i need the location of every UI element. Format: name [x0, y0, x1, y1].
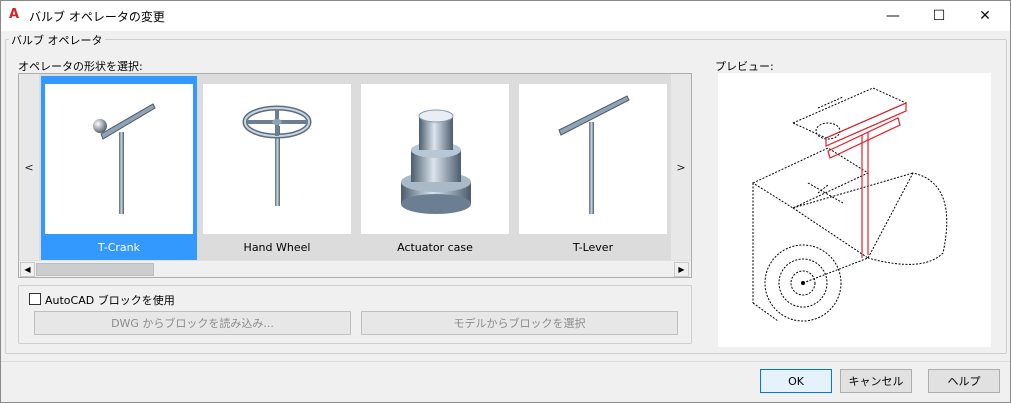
gallery-item-hand-wheel[interactable]: Hand Wheel	[199, 76, 355, 262]
window-title: バルブ オペレータの変更	[29, 10, 165, 24]
select-shape-label: オペレータの形状を選択:	[18, 60, 143, 73]
gallery-item-t-crank[interactable]: T-Crank	[41, 76, 197, 262]
gallery-item-label: Actuator case	[397, 241, 473, 254]
gallery-viewport: < T-Crank Hand Wheel Actuator case T-Lev…	[19, 74, 691, 262]
scroll-right-button[interactable]: ▶	[674, 262, 689, 277]
gallery-scrollbar[interactable]: ◀ ▶	[19, 260, 691, 277]
footer-divider	[1, 361, 1010, 362]
gallery-item-actuator-case[interactable]: Actuator case	[357, 76, 513, 262]
load-block-from-dwg-button[interactable]: DWG からブロックを読み込み...	[34, 311, 351, 335]
select-block-from-model-button[interactable]: モデルからブロックを選択	[361, 311, 678, 335]
operator-gallery[interactable]: < T-Crank Hand Wheel Actuator case T-Lev…	[18, 73, 692, 278]
minimize-button[interactable]: —	[870, 1, 916, 31]
help-button[interactable]: ヘルプ	[928, 369, 1000, 393]
gallery-prev-button[interactable]: <	[19, 74, 39, 260]
hand-wheel-thumbnail	[203, 84, 351, 234]
use-autocad-block-checkbox[interactable]	[29, 293, 41, 305]
gallery-item-label: T-Crank	[98, 241, 140, 254]
preview-pane	[718, 73, 991, 347]
isometric-preview-drawing	[751, 87, 948, 322]
gallery-item-label: T-Lever	[572, 241, 614, 254]
title-bar[interactable]: A バルブ オペレータの変更 — ☐ ✕	[1, 1, 1010, 31]
ok-button[interactable]: OK	[760, 369, 832, 393]
t-crank-thumbnail	[45, 84, 193, 234]
dialog-window: A バルブ オペレータの変更 — ☐ ✕ バルブ オペレータ オペレータの形状を…	[0, 0, 1011, 403]
group-legend: バルブ オペレータ	[9, 32, 105, 48]
maximize-button[interactable]: ☐	[916, 1, 962, 31]
t-lever-icon	[558, 95, 630, 214]
cancel-button[interactable]: キャンセル	[840, 369, 912, 393]
scroll-left-button[interactable]: ◀	[20, 262, 35, 277]
autocad-app-icon: A	[9, 7, 20, 22]
use-autocad-block-label[interactable]: AutoCAD ブロックを使用	[45, 292, 175, 308]
gallery-item-t-lever[interactable]: T-Lever	[515, 76, 671, 262]
gallery-item-label: Hand Wheel	[243, 241, 311, 254]
preview-label: プレビュー:	[715, 60, 774, 73]
hand-wheel-icon	[242, 105, 312, 206]
actuator-case-thumbnail	[361, 84, 509, 234]
t-lever-thumbnail	[519, 84, 667, 234]
actuator-case-icon	[401, 109, 471, 214]
gallery-next-button[interactable]: >	[671, 74, 691, 260]
close-button[interactable]: ✕	[962, 1, 1008, 31]
t-crank-icon	[93, 103, 156, 214]
scroll-thumb[interactable]	[36, 263, 154, 276]
